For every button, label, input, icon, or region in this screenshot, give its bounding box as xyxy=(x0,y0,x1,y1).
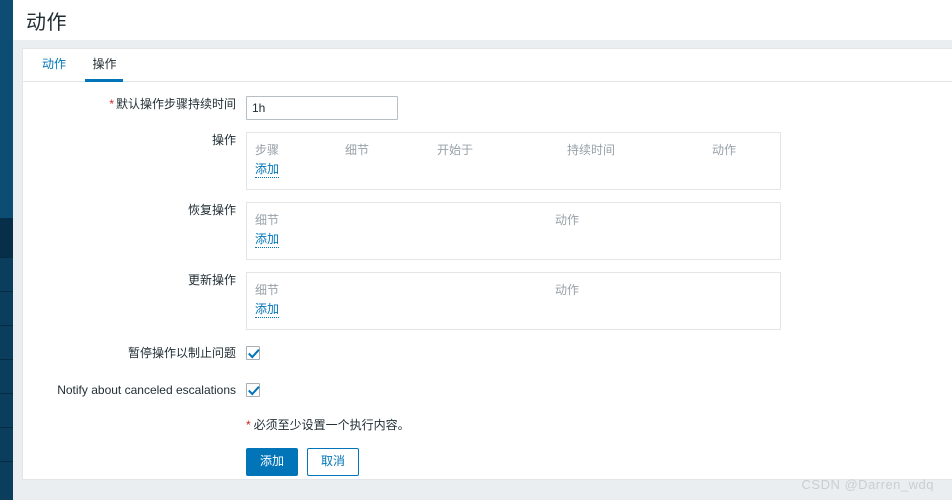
column-header-action: 动作 xyxy=(712,143,737,157)
title-bar: 动作 xyxy=(13,0,952,40)
sidebar-menu-item-3[interactable] xyxy=(0,292,13,326)
field-pause-operations xyxy=(246,344,952,362)
operations-add-link[interactable]: 添加 xyxy=(255,162,280,178)
operations-form: *默认操作步骤持续时间 操作 步骤 细节 开始于 持续时间 xyxy=(23,82,952,476)
label-update-operations: 更新操作 xyxy=(187,273,236,287)
sidebar-menu-item-6[interactable] xyxy=(0,394,13,428)
row-operations: 操作 步骤 细节 开始于 持续时间 动作 添加 xyxy=(23,132,952,190)
left-sidebar-nav[interactable] xyxy=(0,0,13,500)
field-default-step-duration xyxy=(246,96,952,120)
zabbix-action-config-screen: 动作 动作 操作 *默认操作步骤持续时间 操作 xyxy=(0,0,952,500)
sidebar-menu-item-1[interactable] xyxy=(0,218,13,258)
row-update-operations: 更新操作 细节 动作 添加 xyxy=(23,272,952,330)
content-panel: 动作 操作 *默认操作步骤持续时间 操作 步骤 细节 xyxy=(22,48,952,480)
operations-add-row: 添加 xyxy=(247,159,780,184)
row-default-step-duration: * 默认操作步骤持续时间 xyxy=(23,96,952,120)
row-recovery-operations: 恢复操作 细节 动作 添加 xyxy=(23,202,952,260)
page-title: 动作 xyxy=(26,12,67,34)
required-note: * 必须至少设置一个执行内容。 xyxy=(246,417,952,433)
row-notify-canceled: Notify about canceled escalations xyxy=(23,381,952,399)
update-operations-add-link[interactable]: 添加 xyxy=(255,302,280,318)
recovery-operations-add-link[interactable]: 添加 xyxy=(255,232,280,248)
checkmark-icon xyxy=(248,348,260,359)
add-button[interactable]: 添加 xyxy=(246,448,299,476)
sidebar-logo-area xyxy=(0,0,13,218)
field-notify-canceled xyxy=(246,381,952,399)
operations-table-header: 步骤 细节 开始于 持续时间 动作 xyxy=(247,139,780,159)
update-operations-add-row: 添加 xyxy=(247,299,780,324)
sidebar-menu-item-5[interactable] xyxy=(0,360,13,394)
label-default-step-duration-text: 默认操作步骤持续时间 xyxy=(115,97,236,111)
watermark-text: CSDN @Darren_wdq xyxy=(801,477,934,492)
tab-action[interactable]: 动作 xyxy=(31,49,77,81)
label-notify-canceled: Notify about canceled escalations xyxy=(57,383,236,397)
update-column-header-details: 细节 xyxy=(255,283,280,297)
label-operations: 操作 xyxy=(211,133,236,147)
cancel-button[interactable]: 取消 xyxy=(307,448,360,476)
form-button-row: 添加 取消 xyxy=(246,448,952,476)
label-recovery-operations: 恢复操作 xyxy=(187,203,236,217)
field-update-operations: 细节 动作 添加 xyxy=(246,272,952,330)
label-pause-operations: 暂停操作以制止问题 xyxy=(127,346,236,360)
field-footer-note: * 必须至少设置一个执行内容。 添加 取消 xyxy=(246,417,952,476)
sidebar-menu-item-7[interactable] xyxy=(0,428,13,462)
recovery-column-header-details: 细节 xyxy=(255,213,280,227)
update-column-header-action: 动作 xyxy=(555,283,580,297)
checkmark-icon xyxy=(248,385,260,396)
recovery-operations-add-row: 添加 xyxy=(247,229,780,254)
pause-operations-checkbox[interactable] xyxy=(246,345,260,360)
note-text: 必须至少设置一个执行内容。 xyxy=(253,418,410,432)
sidebar-menu-item-4[interactable] xyxy=(0,326,13,360)
sidebar-menu-list[interactable] xyxy=(0,218,13,500)
sidebar-menu-item-2[interactable] xyxy=(0,258,13,292)
note-asterisk: * xyxy=(246,418,251,432)
recovery-operations-table: 细节 动作 添加 xyxy=(246,202,781,260)
required-asterisk: * xyxy=(109,97,114,111)
column-header-duration: 持续时间 xyxy=(567,143,616,157)
label-default-step-duration: * 默认操作步骤持续时间 xyxy=(23,96,246,112)
notify-canceled-checkbox[interactable] xyxy=(246,382,260,397)
recovery-operations-table-header: 细节 动作 xyxy=(247,209,780,229)
tab-operations[interactable]: 操作 xyxy=(81,49,127,82)
operations-table: 步骤 细节 开始于 持续时间 动作 添加 xyxy=(246,132,781,190)
update-operations-table-header: 细节 动作 xyxy=(247,279,780,299)
column-header-start-in: 开始于 xyxy=(437,143,474,157)
field-recovery-operations: 细节 动作 添加 xyxy=(246,202,952,260)
column-header-step: 步骤 xyxy=(255,143,280,157)
default-step-duration-input[interactable] xyxy=(246,96,398,120)
tab-bar: 动作 操作 xyxy=(23,49,952,82)
column-header-details: 细节 xyxy=(345,143,370,157)
row-pause-operations: 暂停操作以制止问题 xyxy=(23,344,952,362)
row-footer-note: * 必须至少设置一个执行内容。 添加 取消 xyxy=(23,417,952,476)
update-operations-table: 细节 动作 添加 xyxy=(246,272,781,330)
recovery-column-header-action: 动作 xyxy=(555,213,580,227)
field-operations: 步骤 细节 开始于 持续时间 动作 添加 xyxy=(246,132,952,190)
